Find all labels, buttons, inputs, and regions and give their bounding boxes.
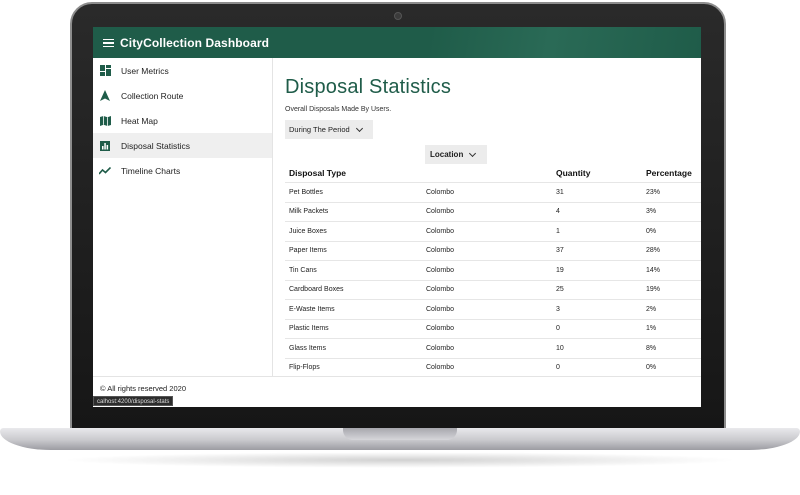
cell-disposal-type: Plastic Items [289, 325, 329, 333]
cell-disposal-type: Tin Cans [289, 266, 317, 274]
cell-quantity: 37 [556, 247, 564, 255]
cell-percentage: 19% [646, 286, 661, 294]
cell-percentage: 0% [646, 227, 657, 235]
webcam [394, 12, 402, 20]
cell-percentage: 28% [646, 247, 661, 255]
cell-quantity: 31 [556, 188, 564, 196]
sidebar-item-collection-route[interactable]: Collection Route [93, 83, 272, 108]
cell-percentage: 8% [646, 344, 657, 352]
laptop-screen: CityCollection Dashboard User Metrics Co… [93, 27, 701, 407]
location-select-label: Location [430, 150, 464, 159]
sidebar-item-user-metrics[interactable]: User Metrics [93, 58, 272, 83]
cell-quantity: 19 [556, 266, 564, 274]
table-header: Disposal Type Quantity Percentage [285, 168, 701, 182]
cell-percentage: 0% [646, 364, 657, 372]
cell-disposal-type: E-Waste Items [289, 305, 335, 313]
cell-location: Colombo [426, 266, 455, 274]
hamburger-menu-icon[interactable] [103, 38, 114, 47]
location-select[interactable]: Location [425, 145, 487, 164]
page-title: Disposal Statistics [285, 76, 452, 98]
cell-disposal-type: Flip-Flops [289, 364, 320, 372]
bar-chart-icon [99, 140, 111, 152]
table-row: Paper Items Colombo 37 28% [285, 240, 701, 261]
cell-location: Colombo [426, 344, 455, 352]
map-icon [99, 115, 111, 127]
period-select-label: During The Period [289, 125, 350, 134]
cell-location: Colombo [426, 247, 455, 255]
cell-quantity: 3 [556, 305, 560, 313]
header-location-spacer [422, 168, 552, 182]
chevron-down-icon [469, 149, 477, 157]
cell-percentage: 1% [646, 325, 657, 333]
table-body: Pet Bottles Colombo 31 23% Milk Packets Colom… [285, 182, 701, 377]
header-disposal-type: Disposal Type [289, 168, 346, 178]
app-title: CityCollection Dashboard [120, 35, 270, 50]
cell-location: Colombo [426, 305, 455, 313]
sidebar-item-label: Timeline Charts [121, 165, 181, 176]
cell-percentage: 23% [646, 188, 661, 196]
table-row: Plastic Items Colombo 0 1% [285, 318, 701, 339]
main-content: Disposal Statistics Overall Disposals Ma… [274, 58, 701, 376]
table-row: Juice Boxes Colombo 1 0% [285, 221, 701, 241]
table-row: Milk Packets Colombo 4 3% [285, 201, 701, 222]
cell-disposal-type: Milk Packets [289, 208, 329, 216]
cell-quantity: 10 [556, 344, 564, 352]
table-row: Tin Cans Colombo 19 14% [285, 260, 701, 280]
cell-location: Colombo [426, 325, 455, 333]
navigation-arrow-icon [99, 90, 111, 102]
table-row: E-Waste Items Colombo 3 2% [285, 299, 701, 319]
app-toolbar: CityCollection Dashboard [93, 27, 701, 58]
cell-percentage: 2% [646, 305, 657, 313]
cell-quantity: 0 [556, 325, 560, 333]
table-row: Pet Bottles Colombo 31 23% [285, 182, 701, 202]
laptop-shadow [60, 452, 740, 468]
cell-location: Colombo [426, 188, 455, 196]
disposal-table: Disposal Type Quantity Percentage Pet Bo… [285, 168, 701, 377]
footer: © All rights reserved 2020 calhost:4200/… [93, 376, 701, 407]
line-chart-icon [99, 165, 111, 177]
cell-quantity: 25 [556, 286, 564, 294]
page-subtitle: Overall Disposals Made By Users. [285, 106, 392, 113]
sidebar-item-label: Collection Route [121, 90, 184, 101]
period-select[interactable]: During The Period [285, 120, 373, 139]
cell-quantity: 1 [556, 227, 560, 235]
laptop-notch [343, 428, 457, 440]
cell-location: Colombo [426, 227, 455, 235]
cell-percentage: 14% [646, 266, 661, 274]
cell-quantity: 0 [556, 364, 560, 372]
cell-disposal-type: Pet Bottles [289, 188, 323, 196]
cell-location: Colombo [426, 364, 455, 372]
sidebar-item-label: Heat Map [121, 115, 158, 126]
header-percentage: Percentage [646, 168, 692, 178]
sidebar-item-label: User Metrics [121, 65, 169, 76]
copyright-text: © All rights reserved 2020 [100, 384, 186, 393]
chevron-down-icon [355, 124, 363, 132]
cell-quantity: 4 [556, 208, 560, 216]
sidebar-item-heat-map[interactable]: Heat Map [93, 108, 272, 133]
cell-disposal-type: Paper Items [289, 247, 327, 255]
sidebar-item-timeline-charts[interactable]: Timeline Charts [93, 158, 272, 183]
table-row: Glass Items Colombo 10 8% [285, 338, 701, 358]
cell-disposal-type: Cardboard Boxes [289, 286, 344, 294]
sidebar-item-label: Disposal Statistics [121, 140, 190, 151]
table-row: Cardboard Boxes Colombo 25 19% [285, 279, 701, 300]
cell-percentage: 3% [646, 208, 657, 216]
cell-disposal-type: Glass Items [289, 344, 326, 352]
table-row: Flip-Flops Colombo 0 0% [285, 357, 701, 378]
sidebar-item-disposal-statistics[interactable]: Disposal Statistics [93, 133, 272, 158]
cell-location: Colombo [426, 208, 455, 216]
status-bar-url: calhost:4200/disposal-stats [93, 396, 174, 406]
header-quantity: Quantity [556, 168, 591, 178]
cell-location: Colombo [426, 286, 455, 294]
sidebar: User Metrics Collection Route Heat Map D… [93, 58, 273, 376]
dashboard-icon [99, 65, 111, 77]
cell-disposal-type: Juice Boxes [289, 227, 327, 235]
